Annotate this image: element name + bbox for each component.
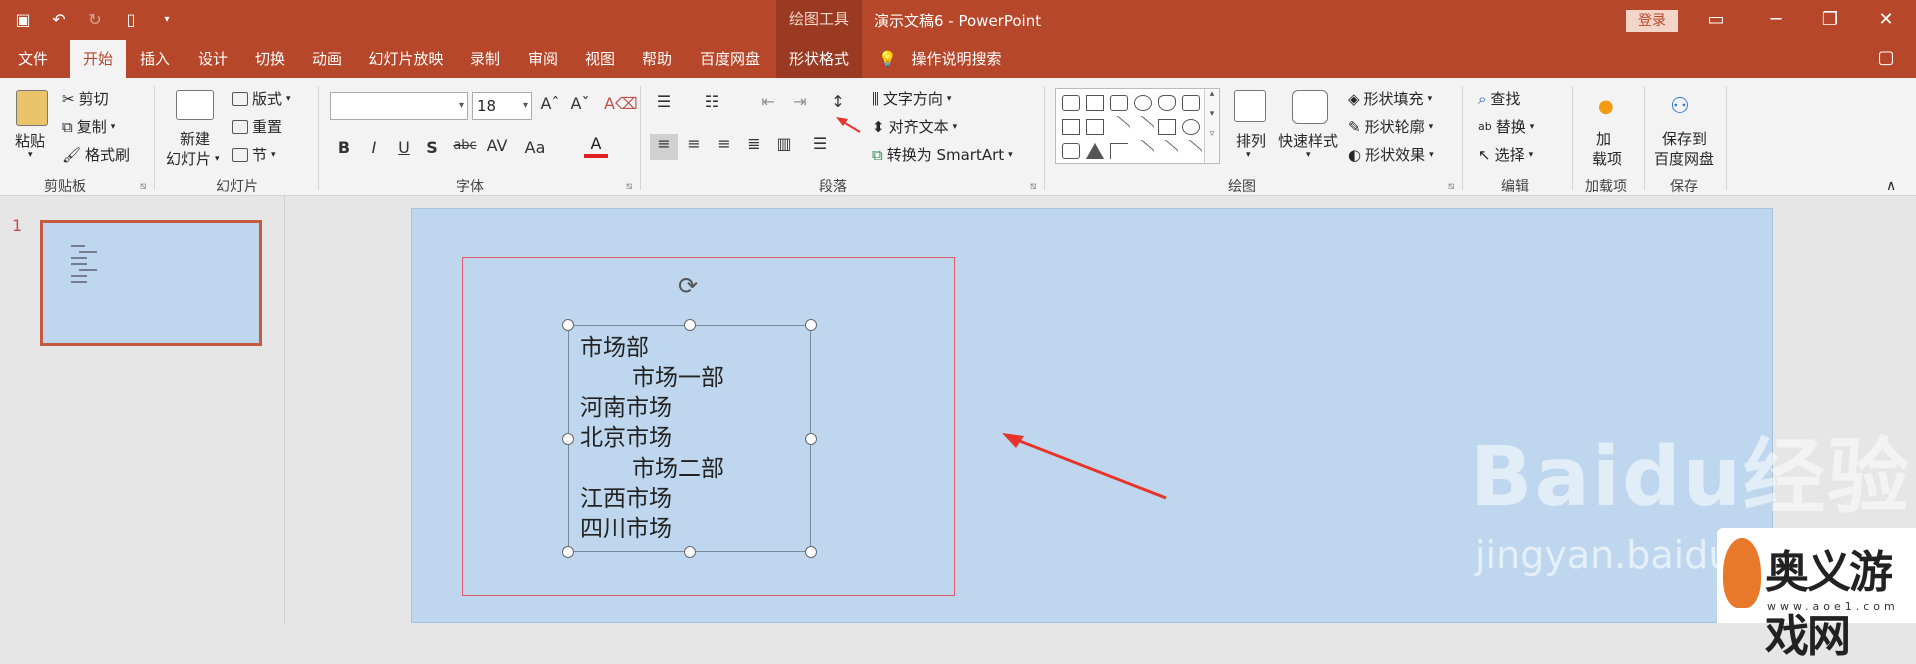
site-url-text: www.aoe1.com [1767,600,1899,613]
ribbon-red-arrow-icon [836,117,861,133]
annotation-arrows [836,117,1167,500]
site-logo-watermark: 奥义游戏网 www.aoe1.com [1717,528,1916,662]
flame-logo-icon [1723,538,1761,608]
red-arrow-icon [1002,433,1167,500]
